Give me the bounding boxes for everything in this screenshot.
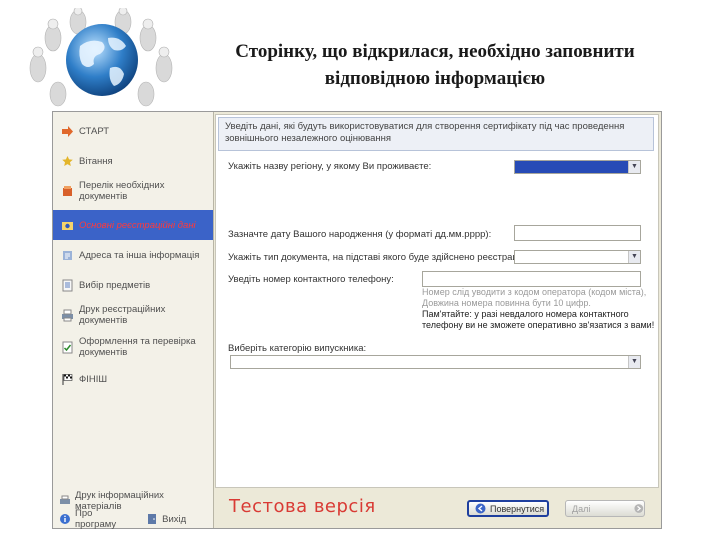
sidebar-item-check-docs[interactable]: Оформлення та перевірка документів [53,330,213,364]
sidebar-item-finish[interactable]: ФІНІШ [53,364,213,394]
doc-type-label: Укажіть тип документа, на підставі якого… [228,252,530,263]
phone-warning-line-1: Пам'ятайте: у разі невдалого номера конт… [422,309,629,319]
sidebar-item-address[interactable]: Адреса та інша інформація [53,240,213,270]
chevron-down-icon[interactable]: ▼ [628,161,640,173]
bottom-bar: Тестова версія Повернутися Далі [215,490,661,528]
sidebar-item-label: СТАРТ [79,125,110,137]
next-button[interactable]: Далі [565,500,645,517]
sidebar-item-label: ФІНІШ [79,373,108,385]
printer-icon [60,495,70,504]
slide-title: Сторінку, що відкрилася, необхідно запов… [200,38,670,92]
category-select[interactable]: ▼ [230,355,641,369]
chevron-down-icon[interactable]: ▼ [628,251,640,263]
arrow-icon [62,125,73,137]
sidebar-item-label: Вітання [79,155,113,167]
sidebar-item-main-data[interactable]: Основні реєстраційні дані [53,210,213,240]
exit-link[interactable]: Вихід [146,513,186,525]
doc-type-select[interactable]: ▼ [514,250,641,264]
sidebar: СТАРТ Вітання Перелік необхідних докумен… [53,112,214,530]
birthdate-input[interactable] [514,225,641,241]
sidebar-item-documents-list[interactable]: Перелік необхідних документів [53,176,213,206]
phone-hint-line-2: Довжина номера повинна бути 10 цифр. [422,298,591,308]
back-button[interactable]: Повернутися [467,500,549,517]
sidebar-item-welcome[interactable]: Вітання [53,146,213,176]
slide-title-line-2: відповідною інформацією [324,68,546,89]
arrow-left-icon [475,503,486,514]
about-label: Про програму [75,508,117,530]
registration-app-window: СТАРТ Вітання Перелік необхідних докумен… [52,111,662,530]
sidebar-item-label: Перелік необхідних документів [79,180,165,202]
sidebar-item-label: Вибір предметів [79,279,151,291]
sidebar-item-label: Адреса та інша інформація [79,249,200,261]
printer-icon [62,309,73,321]
info-icon [60,514,70,524]
step-navigation: СТАРТ Вітання Перелік необхідних докумен… [53,116,213,394]
category-label: Виберіть категорію випускника: [228,343,367,354]
globe-people-logo [29,8,173,107]
sidebar-footer: Друк інформаційних матеріалів Про програ… [53,490,213,530]
exit-door-icon [148,514,157,524]
check-icon [62,341,73,353]
slide-title-line-1: Сторінку, що відкрилася, необхідно запов… [235,41,635,62]
list-icon [62,279,73,291]
about-link[interactable]: Про програму [59,508,116,530]
back-button-label: Повернутися [490,503,545,514]
sidebar-item-label: Оформлення та перевірка документів [79,336,196,358]
star-icon [62,155,73,166]
chevron-down-icon[interactable]: ▼ [628,356,640,368]
address-icon [63,250,72,260]
footer-links-row: Про програму Вихід [53,508,213,530]
finish-flag-icon [62,373,73,385]
exit-label: Вихід [162,513,187,525]
sidebar-item-print-docs[interactable]: Друк реєстраційних документів [53,300,213,330]
phone-hint-line-1: Номер слід уводити з кодом оператора (ко… [422,287,647,297]
sidebar-item-start[interactable]: СТАРТ [53,116,213,146]
documents-icon [63,185,72,196]
next-button-label: Далі [572,503,591,514]
phone-input[interactable] [422,271,641,287]
form-panel: Уведіть дані, які будуть використовувати… [215,114,659,488]
folder-info-icon [62,221,73,230]
sidebar-item-subjects[interactable]: Вибір предметів [53,270,213,300]
form-intro: Уведіть дані, які будуть використовувати… [218,117,654,151]
birthdate-label: Зазначте дату Вашого народження (у форма… [228,229,492,240]
phone-warning-line-2: телефону ви не зможете оперативно зв'яза… [422,320,655,330]
phone-label: Уведіть номер контактного телефону: [228,274,394,285]
sidebar-item-label: Друк реєстраційних документів [79,304,166,326]
arrow-right-icon [634,504,644,513]
sidebar-item-label: Основні реєстраційні дані [79,219,196,231]
region-select[interactable]: ▼ [514,160,641,174]
test-version-label: Тестова версія [229,496,376,517]
region-label: Укажіть назву регіону, у якому Ви прожив… [228,161,432,172]
